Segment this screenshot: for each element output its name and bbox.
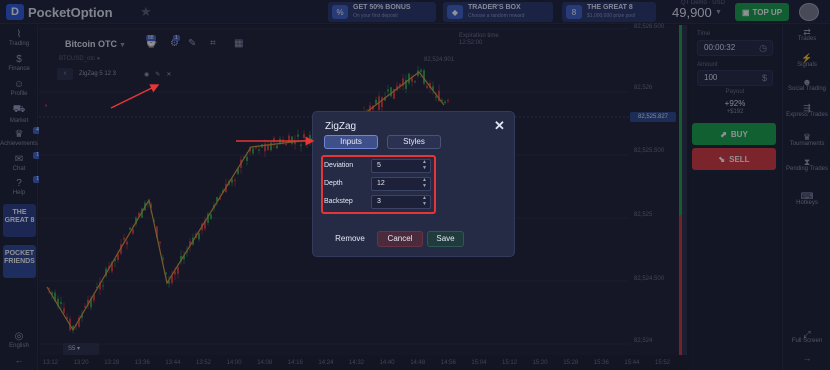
annotation-arrow-pencil: [110, 84, 160, 109]
annotation-arrows: [110, 84, 315, 146]
